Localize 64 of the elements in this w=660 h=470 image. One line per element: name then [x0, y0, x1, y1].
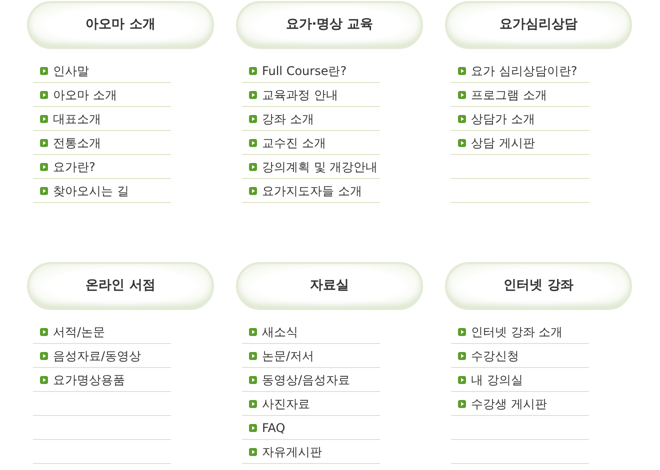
bullet-icon — [458, 90, 466, 98]
bullet-icon — [458, 66, 466, 74]
menu-link[interactable]: 대표소개 — [53, 110, 101, 128]
menu-link[interactable]: 수강신청 — [471, 346, 519, 364]
bullet-icon — [40, 138, 48, 146]
menu-link[interactable]: 사진자료 — [262, 394, 310, 412]
bullet-icon — [458, 376, 466, 384]
bullet-icon — [249, 352, 257, 360]
menu-link[interactable]: 논문/저서 — [262, 346, 314, 364]
bullet-icon — [40, 186, 48, 194]
menu-link[interactable]: 강좌 소개 — [262, 110, 314, 128]
menu-link[interactable]: 찾아오시는 길 — [53, 182, 129, 200]
section-header-button[interactable]: 온라인 서점 — [27, 262, 214, 310]
menu-link[interactable]: 음성자료/동영상 — [53, 346, 142, 364]
section-header-button[interactable]: 요가·명상 교육 — [236, 1, 423, 49]
bullet-icon — [249, 376, 257, 384]
menu-link[interactable]: 전통소개 — [53, 134, 101, 152]
bullet-icon — [40, 90, 48, 98]
bullet-icon — [458, 328, 466, 336]
menu-link[interactable]: 요가 심리상담이란? — [471, 62, 578, 80]
bullet-icon — [249, 66, 257, 74]
bullet-icon — [40, 66, 48, 74]
section-header-button[interactable]: 인터넷 강좌 — [445, 262, 632, 310]
menu-link[interactable]: 아오마 소개 — [53, 86, 117, 104]
menu-link[interactable]: 인터넷 강좌 소개 — [471, 322, 563, 340]
section-header-button[interactable]: 요가심리상담 — [445, 1, 632, 49]
menu-link[interactable]: 요가명상용품 — [53, 370, 125, 388]
menu-link[interactable]: 요가란? — [53, 158, 96, 176]
menu-link[interactable]: 새소식 — [262, 322, 298, 340]
bullet-icon — [458, 138, 466, 146]
bullet-icon — [249, 90, 257, 98]
bullet-icon — [40, 114, 48, 122]
bullet-icon — [40, 328, 48, 336]
section-header-button[interactable]: 자료실 — [236, 262, 423, 310]
menu-link[interactable]: 동영상/음성자료 — [262, 370, 350, 388]
bullet-icon — [40, 376, 48, 384]
bullet-icon — [40, 352, 48, 360]
menu-link[interactable]: 인사말 — [53, 62, 89, 80]
bullet-icon — [249, 114, 257, 122]
menu-link[interactable]: 자유게시판 — [262, 442, 322, 460]
menu-link[interactable]: 교수진 소개 — [262, 134, 326, 152]
menu-link[interactable]: FAQ — [262, 418, 286, 436]
menu-link[interactable]: 프로그램 소개 — [471, 86, 547, 104]
bullet-icon — [458, 400, 466, 408]
menu-link[interactable]: 상담가 소개 — [471, 110, 535, 128]
bullet-icon — [249, 186, 257, 194]
menu-link[interactable]: 내 강의실 — [471, 370, 523, 388]
bullet-icon — [40, 162, 48, 170]
menu-link[interactable]: 강의계획 및 개강안내 — [262, 158, 378, 176]
menu-link[interactable]: 상담 게시판 — [471, 134, 535, 152]
menu-link[interactable]: 요가지도자들 소개 — [262, 182, 362, 200]
bullet-icon — [249, 138, 257, 146]
menu-link[interactable]: 수강생 게시판 — [471, 394, 547, 412]
bullet-icon — [458, 352, 466, 360]
section-header-button[interactable]: 아오마 소개 — [27, 1, 214, 49]
menu-link[interactable]: 서적/논문 — [53, 322, 106, 340]
menu-link[interactable]: 교육과정 안내 — [262, 86, 338, 104]
bullet-icon — [249, 448, 257, 456]
bullet-icon — [249, 400, 257, 408]
bullet-icon — [249, 162, 257, 170]
bullet-icon — [249, 328, 257, 336]
menu-link[interactable]: Full Course란? — [262, 62, 347, 80]
bullet-icon — [458, 114, 466, 122]
bullet-icon — [249, 424, 257, 432]
